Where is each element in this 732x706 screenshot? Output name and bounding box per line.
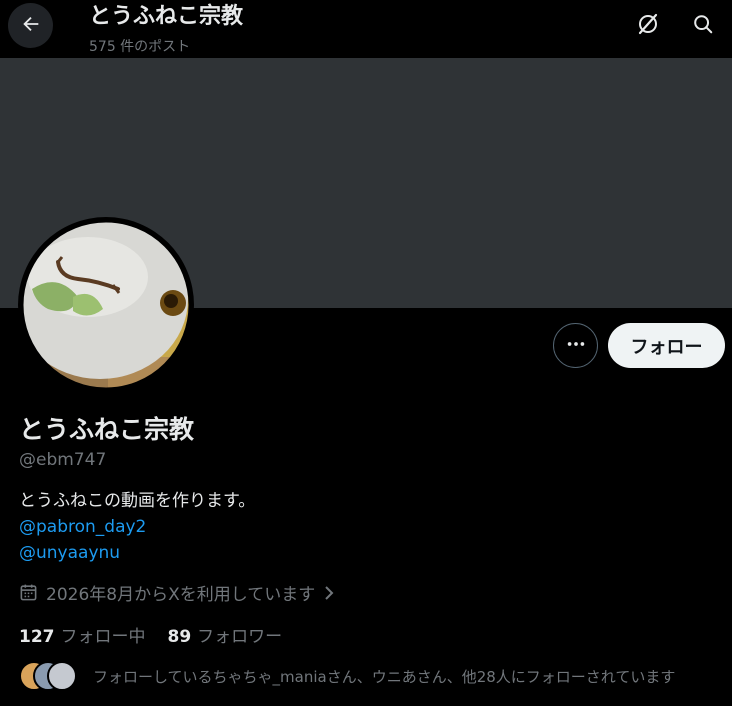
bio-link-pabron[interactable]: @pabron_day2 [19, 514, 255, 540]
top-bar: とうふねこ宗教 575 件のポスト [0, 0, 732, 58]
more-options-button[interactable] [553, 323, 598, 368]
followers-label: フォロワー [197, 627, 283, 647]
following-label: フォロー中 [60, 627, 146, 647]
joined-date[interactable]: 2026年8月からXを利用しています [19, 580, 337, 605]
profile-handle: @ebm747 [19, 450, 107, 470]
calendar-icon [19, 583, 38, 602]
search-button[interactable] [686, 9, 720, 43]
known-followers[interactable]: フォローしているちゃちゃ_maniaさん、ウニあさん、他28人にフォローされてい… [19, 661, 675, 691]
followers-stat[interactable]: 89 フォロワー [168, 622, 283, 647]
header-title: とうふねこ宗教 [89, 4, 244, 29]
known-followers-text: フォローしているちゃちゃ_maniaさん、ウニあさん、他28人にフォローされてい… [93, 667, 676, 686]
follow-stats: 127 フォロー中 89 フォロワー [19, 622, 304, 647]
grok-button[interactable] [631, 9, 665, 43]
following-stat[interactable]: 127 フォロー中 [19, 622, 146, 647]
profile-avatar[interactable] [18, 217, 194, 393]
more-horizontal-icon [565, 333, 587, 359]
back-button[interactable] [8, 3, 53, 48]
grok-icon [636, 12, 660, 40]
chevron-right-icon [321, 584, 337, 602]
post-count: 575 件のポスト [89, 39, 191, 55]
search-icon [692, 13, 714, 39]
arrow-left-icon [20, 13, 42, 39]
followers-count: 89 [167, 627, 192, 647]
bio-text: とうふねこの動画を作ります。 [19, 491, 256, 511]
known-followers-avatars [19, 661, 79, 691]
profile-bio: とうふねこの動画を作ります。 @pabron_day2 @unyaaynu [19, 488, 255, 566]
profile-name: とうふねこ宗教 [19, 415, 195, 444]
avatar [47, 661, 77, 691]
bio-link-unyaaynu[interactable]: @unyaaynu [19, 540, 255, 566]
follow-button[interactable]: フォロー [608, 323, 725, 368]
joined-text: 2026年8月からXを利用しています [46, 585, 316, 605]
following-count: 127 [19, 627, 55, 647]
